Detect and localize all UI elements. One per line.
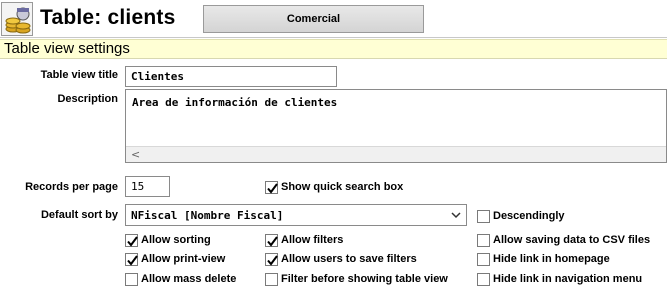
show-search-label: Show quick search box bbox=[281, 181, 404, 193]
chevron-down-icon[interactable] bbox=[450, 208, 462, 222]
default-sort-select[interactable]: NFiscal [Nombre Fiscal] bbox=[125, 204, 467, 226]
checkbox-checked-icon[interactable] bbox=[265, 252, 278, 266]
records-per-page-label: Records per page bbox=[25, 181, 118, 193]
descending-label: Descendingly bbox=[493, 210, 565, 222]
hide-homepage-label: Hide link in homepage bbox=[493, 253, 610, 265]
allow-csv-label: Allow saving data to CSV files bbox=[493, 234, 651, 246]
checkbox-unchecked-icon[interactable] bbox=[125, 272, 138, 286]
checkbox-unchecked-icon[interactable] bbox=[477, 252, 490, 266]
allow-save-filters-checkbox[interactable]: Allow users to save filters bbox=[265, 252, 417, 266]
allow-filters-checkbox[interactable]: Allow filters bbox=[265, 233, 343, 247]
coins-stack-icon bbox=[1, 2, 33, 36]
page-title: Table: clients bbox=[40, 6, 176, 29]
section-title: Table view settings bbox=[0, 39, 667, 59]
checkbox-checked-icon[interactable] bbox=[125, 233, 138, 247]
scroll-left-icon[interactable]: < bbox=[131, 148, 140, 161]
allow-mass-delete-label: Allow mass delete bbox=[141, 273, 237, 285]
checkbox-unchecked-icon[interactable] bbox=[477, 209, 490, 223]
description-text: Area de información de clientes bbox=[132, 96, 338, 109]
checkbox-unchecked-icon[interactable] bbox=[477, 272, 490, 286]
horizontal-scrollbar[interactable]: < bbox=[126, 146, 666, 162]
allow-mass-delete-checkbox[interactable]: Allow mass delete bbox=[125, 272, 236, 286]
allow-filters-label: Allow filters bbox=[281, 234, 344, 246]
group-button[interactable]: Comercial bbox=[203, 5, 424, 33]
records-per-page-input[interactable] bbox=[125, 176, 170, 197]
view-title-label: Table view title bbox=[40, 69, 118, 81]
allow-sorting-label: Allow sorting bbox=[141, 234, 211, 246]
show-search-checkbox[interactable]: Show quick search box bbox=[265, 180, 403, 194]
hide-homepage-checkbox[interactable]: Hide link in homepage bbox=[477, 252, 610, 266]
page-header: Table: clients Comercial bbox=[0, 0, 667, 38]
filter-before-label: Filter before showing table view bbox=[281, 273, 448, 285]
allow-save-filters-label: Allow users to save filters bbox=[281, 253, 417, 265]
hide-nav-checkbox[interactable]: Hide link in navigation menu bbox=[477, 272, 642, 286]
checkbox-unchecked-icon[interactable] bbox=[265, 272, 278, 286]
default-sort-label: Default sort by bbox=[40, 209, 118, 221]
allow-sorting-checkbox[interactable]: Allow sorting bbox=[125, 233, 211, 247]
checkbox-checked-icon[interactable] bbox=[265, 180, 278, 194]
checkbox-unchecked-icon[interactable] bbox=[477, 233, 490, 247]
allow-print-view-label: Allow print-view bbox=[141, 253, 226, 265]
view-title-input[interactable] bbox=[125, 66, 337, 87]
allow-print-view-checkbox[interactable]: Allow print-view bbox=[125, 252, 225, 266]
descending-checkbox[interactable]: Descendingly bbox=[477, 209, 565, 223]
allow-csv-checkbox[interactable]: Allow saving data to CSV files bbox=[477, 233, 650, 247]
description-label: Description bbox=[57, 93, 118, 105]
checkbox-checked-icon[interactable] bbox=[125, 252, 138, 266]
checkbox-checked-icon[interactable] bbox=[265, 233, 278, 247]
description-textarea[interactable]: Area de información de clientes < bbox=[125, 89, 667, 163]
hide-nav-label: Hide link in navigation menu bbox=[493, 273, 643, 285]
default-sort-value: NFiscal [Nombre Fiscal] bbox=[131, 209, 284, 222]
filter-before-checkbox[interactable]: Filter before showing table view bbox=[265, 272, 448, 286]
